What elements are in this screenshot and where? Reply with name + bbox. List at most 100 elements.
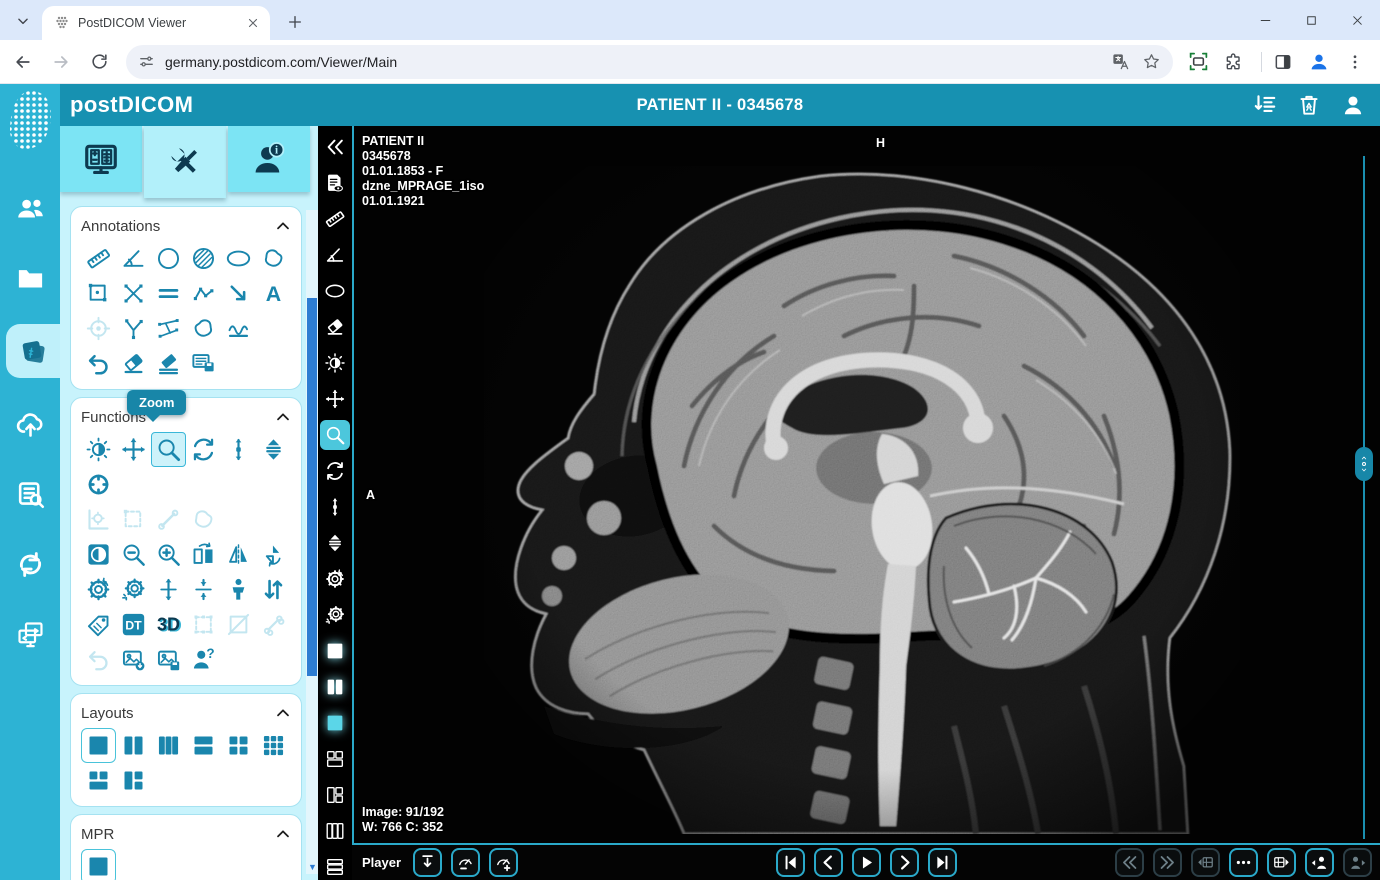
flip-vertical-tool[interactable] <box>221 537 256 572</box>
play-button[interactable] <box>852 848 881 877</box>
view-report[interactable] <box>320 168 350 198</box>
last-image-button[interactable] <box>928 848 957 877</box>
freehand-roi-tool[interactable] <box>256 241 291 276</box>
reset-tool[interactable] <box>81 572 116 607</box>
ellipse-tool[interactable] <box>221 241 256 276</box>
layout-2top-1bottom-tool[interactable] <box>81 763 116 798</box>
next-image-button[interactable] <box>890 848 919 877</box>
tab-search-button[interactable] <box>10 8 36 34</box>
scroll-tool[interactable] <box>320 492 350 522</box>
translate-icon[interactable] <box>1111 52 1130 71</box>
angle-tool[interactable] <box>320 240 350 270</box>
site-settings-icon[interactable] <box>138 53 155 70</box>
layout-1x2-tool[interactable] <box>116 728 151 763</box>
profile-avatar[interactable] <box>1304 47 1334 77</box>
sidebar-item-worklist[interactable] <box>0 470 60 518</box>
invert-tool[interactable] <box>81 537 116 572</box>
collapse-chevron-icon[interactable] <box>275 826 291 842</box>
tag-tool[interactable] <box>81 607 116 642</box>
ellipse-tool[interactable] <box>320 276 350 306</box>
maximize-icon[interactable] <box>1288 0 1334 40</box>
menu-kebab-icon[interactable] <box>1340 47 1370 77</box>
layout-single[interactable] <box>320 636 350 666</box>
sidebar-item-remote-view[interactable] <box>0 610 60 658</box>
parallel-lines-tool[interactable] <box>151 276 186 311</box>
text-tool[interactable]: A <box>256 276 291 311</box>
fit-width-tool[interactable] <box>186 572 221 607</box>
download-queue-button[interactable] <box>1252 92 1278 118</box>
ruler-tool[interactable] <box>81 241 116 276</box>
sidebar-item-sync[interactable] <box>0 540 60 588</box>
sort-images-tool[interactable] <box>256 572 291 607</box>
stack-scroll-tool[interactable] <box>256 432 291 467</box>
tab-close-icon[interactable] <box>244 14 262 32</box>
volume-3d-tool[interactable]: 3D 3D <box>151 607 186 642</box>
save-image-tool[interactable] <box>151 642 186 677</box>
url-text[interactable]: germany.postdicom.com/Viewer/Main <box>165 54 1099 70</box>
cine-download-button[interactable] <box>413 848 443 877</box>
zoom-tool[interactable] <box>320 420 350 450</box>
viewer-canvas[interactable]: PATIENT II 0345678 01.01.1853 - Fdzne_MPRA… <box>352 126 1380 843</box>
collapse-chevron-icon[interactable] <box>275 705 291 721</box>
side-panel-icon[interactable] <box>1268 47 1298 77</box>
trash-button[interactable] <box>1296 92 1322 118</box>
save-annotation-tool[interactable] <box>186 346 221 381</box>
sidebar-item-folders[interactable] <box>0 254 60 302</box>
patient-info-tab[interactable]: i <box>228 126 310 192</box>
panel-scrollbar[interactable]: ▼ <box>306 210 318 874</box>
layout-1x1-tool[interactable] <box>81 728 116 763</box>
layout-split[interactable] <box>320 672 350 702</box>
viewer-tab[interactable] <box>60 126 142 192</box>
erase-tool[interactable] <box>116 346 151 381</box>
reset-brightness-tool[interactable] <box>320 600 350 630</box>
layout-1left-2right-tool[interactable] <box>116 763 151 798</box>
minimize-icon[interactable] <box>1242 0 1288 40</box>
fit-height-tool[interactable] <box>151 572 186 607</box>
window-level-tool[interactable] <box>320 348 350 378</box>
previous-patient-button[interactable] <box>1305 848 1334 877</box>
capture-icon[interactable] <box>1183 47 1213 77</box>
cross-measure-tool[interactable] <box>116 276 151 311</box>
pan-tool[interactable] <box>116 432 151 467</box>
reset-brightness-tool[interactable] <box>116 572 151 607</box>
reference-point-tool[interactable] <box>81 467 116 502</box>
zoom-in-tool[interactable] <box>151 537 186 572</box>
collapse-chevron-icon[interactable] <box>275 218 291 234</box>
export-image-tool[interactable] <box>116 642 151 677</box>
layout-2x1-tool[interactable] <box>186 728 221 763</box>
next-study-button[interactable] <box>1267 848 1296 877</box>
scrollbar-down-arrow[interactable]: ▼ <box>308 862 317 872</box>
polyline-tool[interactable] <box>186 276 221 311</box>
erase-tool[interactable] <box>320 312 350 342</box>
first-image-button[interactable] <box>776 848 805 877</box>
closed-region-tool[interactable] <box>186 311 221 346</box>
stack-scroll-tool[interactable] <box>320 528 350 558</box>
collapse-chevron-icon[interactable] <box>275 409 291 425</box>
layout-2top-1bottom[interactable] <box>320 744 350 774</box>
sidebar-item-image-viewer[interactable] <box>6 324 60 378</box>
image-slider-track[interactable] <box>1363 156 1365 839</box>
patient-orientation-tool[interactable] <box>221 572 256 607</box>
curve-line-tool[interactable] <box>221 311 256 346</box>
layout-3row[interactable] <box>320 852 350 880</box>
account-button[interactable] <box>1340 92 1366 118</box>
layout-1left-2right[interactable] <box>320 780 350 810</box>
extensions-icon[interactable] <box>1219 47 1249 77</box>
image-slider-thumb[interactable] <box>1355 447 1373 481</box>
circle-tool[interactable] <box>151 241 186 276</box>
address-bar[interactable]: germany.postdicom.com/Viewer/Main <box>126 44 1173 79</box>
cobb-angle-tool[interactable] <box>151 311 186 346</box>
reset-tool[interactable] <box>320 564 350 594</box>
open-angle-tool[interactable] <box>116 311 151 346</box>
pan-tool[interactable] <box>320 384 350 414</box>
tools-tab[interactable] <box>144 126 226 198</box>
forward-button[interactable] <box>46 47 76 77</box>
window-level-tool[interactable] <box>81 432 116 467</box>
undo-tool[interactable] <box>81 346 116 381</box>
active-series-indicator[interactable] <box>320 708 350 738</box>
new-tab-button[interactable] <box>282 9 308 35</box>
query-patient-tool[interactable]: ? <box>186 642 221 677</box>
more-options-button[interactable] <box>1229 848 1258 877</box>
speed-down-button[interactable] <box>451 848 481 877</box>
circle-filled-tool[interactable] <box>186 241 221 276</box>
